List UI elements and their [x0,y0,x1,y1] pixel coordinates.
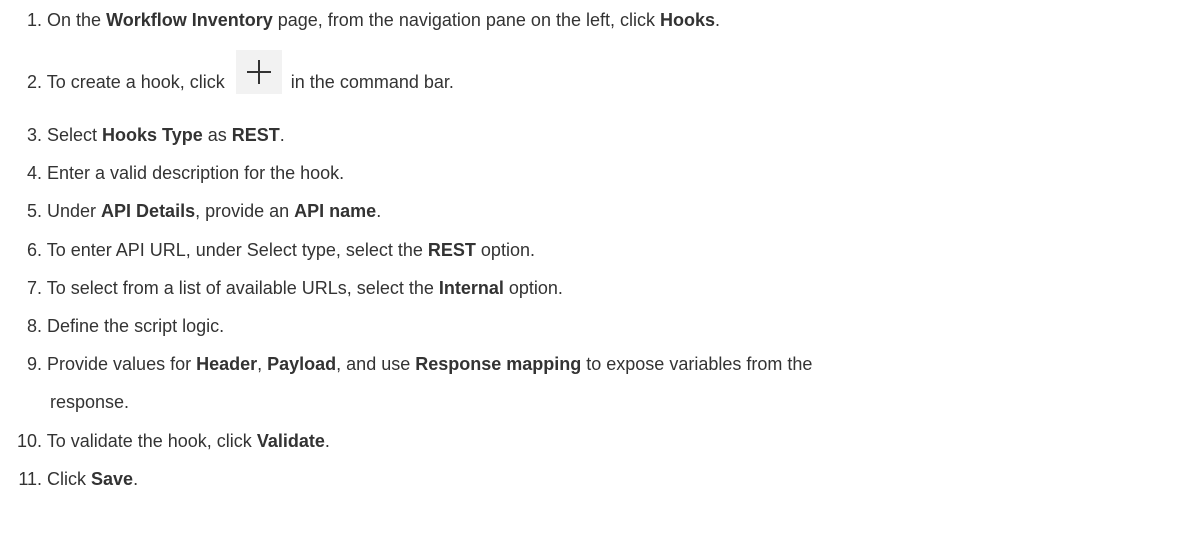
step-number: 8. [26,316,42,336]
text: . [279,125,285,145]
step-text: To select from a list of available URLs,… [47,278,563,298]
text: , and use [336,354,416,374]
step-number: 4. [26,163,42,183]
text: in the command bar. [285,72,454,92]
text: . [324,431,330,451]
step-number: 5. [26,201,42,221]
step-text: To enter API URL, under Select type, sel… [47,240,535,260]
text: . [715,10,721,30]
step-text: Enter a valid description for the hook. [47,163,345,183]
validate-label: Validate [256,431,325,451]
text: as [202,125,232,145]
step-text: Define the script logic. [47,316,225,336]
step-text: Provide values for Header, Payload, and … [47,354,812,374]
header-label: Header [196,354,258,374]
step-number: 3. [26,125,42,145]
text: option. [475,240,535,260]
step-number: 10. [16,431,42,451]
step-text: To validate the hook, click Validate. [47,431,330,451]
step-4: 4. Enter a valid description for the hoo… [0,163,1190,183]
text: Select [47,125,103,145]
step-text: Click Save. [47,469,138,489]
text: , provide an [195,201,295,221]
text: On the [47,10,107,30]
text: page, from the navigation pane on the le… [272,10,660,30]
hooks-type-label: Hooks Type [102,125,203,145]
api-details-label: API Details [101,201,196,221]
text: Under [47,201,102,221]
save-label: Save [91,469,134,489]
step-number: 6. [26,240,42,260]
step-1: 1. On the Workflow Inventory page, from … [0,10,1190,30]
step-11: 11. Click Save. [0,469,1190,489]
hooks-label: Hooks [660,10,716,30]
text: . [376,201,382,221]
text: Click [47,469,92,489]
text: To create a hook, click [46,72,230,92]
rest-label: REST [231,125,280,145]
text: To enter API URL, under Select type, sel… [46,240,428,260]
response-mapping-label: Response mapping [415,354,582,374]
text: To validate the hook, click [46,431,257,451]
step-5: 5. Under API Details, provide an API nam… [0,201,1190,221]
step-number: 11. [18,469,42,489]
step-2: 2. To create a hook, click in the comman… [0,50,1190,104]
step-number: 1. [26,10,42,30]
step-text: response. [50,392,130,412]
text: . [133,469,139,489]
text: option. [503,278,563,298]
step-7: 7. To select from a list of available UR… [0,278,1190,298]
payload-label: Payload [267,354,337,374]
text: To select from a list of available URLs,… [46,278,439,298]
step-3: 3. Select Hooks Type as REST. [0,125,1190,145]
text: Provide values for [47,354,197,374]
step-10: 10. To validate the hook, click Validate… [0,431,1190,451]
step-number: 2. [26,72,42,92]
instruction-steps-list: 1. On the Workflow Inventory page, from … [0,0,1196,556]
plus-icon [235,50,282,94]
step-number: 7. [26,278,42,298]
step-number: 9. [26,354,42,374]
text: to expose variables from the [581,354,813,374]
text: , [257,354,268,374]
api-name-label: API name [294,201,377,221]
step-text: Under API Details, provide an API name. [47,201,381,221]
step-text: Select Hooks Type as REST. [47,125,285,145]
rest-label: REST [427,240,476,260]
internal-label: Internal [438,278,504,298]
workflow-inventory-label: Workflow Inventory [106,10,273,30]
step-text: On the Workflow Inventory page, from the… [47,10,720,30]
step-6: 6. To enter API URL, under Select type, … [0,240,1190,260]
step-9: 9. Provide values for Header, Payload, a… [0,354,1190,374]
step-text: To create a hook, click in the command b… [46,50,454,94]
step-8: 8. Define the script logic. [0,316,1190,336]
step-9-continuation: response. [0,392,1196,412]
